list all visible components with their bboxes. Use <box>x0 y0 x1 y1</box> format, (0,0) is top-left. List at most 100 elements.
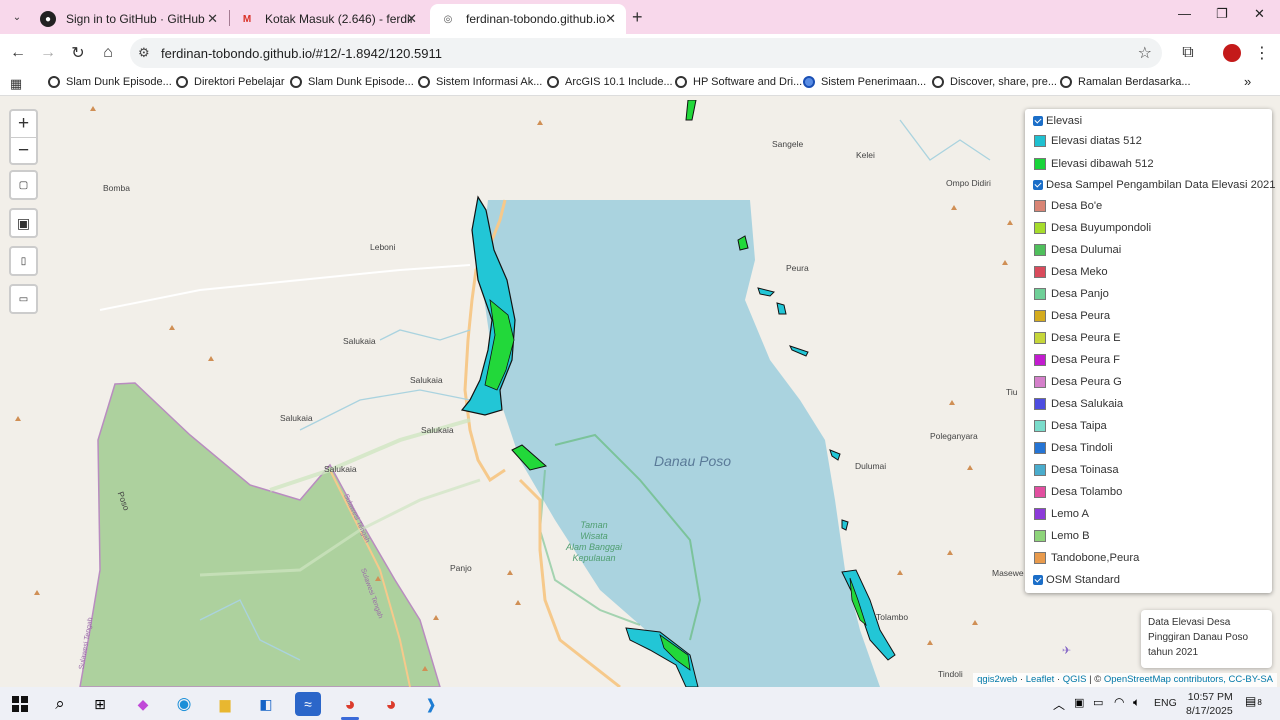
layer-legend-item: Desa Peura F <box>1033 354 1120 366</box>
back-button[interactable]: ← <box>7 42 29 64</box>
chrome-icon[interactable]: ◕ <box>378 692 404 716</box>
legend-swatch <box>1034 398 1046 410</box>
app-icon[interactable]: ≈ <box>295 692 321 716</box>
layer-group-checkbox[interactable]: Desa Sampel Pengambilan Data Elevasi 202… <box>1033 179 1275 191</box>
checkbox-icon[interactable] <box>1033 575 1043 585</box>
layer-legend-item: Desa Bo'e <box>1033 200 1102 212</box>
layer-legend-item: Desa Tolambo <box>1033 486 1122 498</box>
more-bookmarks-icon[interactable]: » <box>1244 74 1251 89</box>
bookmarks-bar: ▦ Slam Dunk Episode... Direktori Pebelaj… <box>0 72 1280 96</box>
volume-icon[interactable]: 🔈︎ <box>1133 695 1140 710</box>
maximize-button[interactable]: ❐ <box>1216 6 1228 22</box>
file-explorer-icon[interactable]: ▆ <box>212 692 238 716</box>
clock[interactable]: 10:57 PM 8/17/2025 <box>1186 690 1233 718</box>
checkbox-icon[interactable] <box>1033 116 1043 126</box>
attribution-link[interactable]: OpenStreetMap contributors, CC-BY-SA <box>1104 674 1273 685</box>
new-tab-button[interactable]: + <box>632 7 643 28</box>
reload-button[interactable]: ↻ <box>67 42 89 64</box>
bookmark-item[interactable]: Sistem Informasi Ak... <box>418 76 542 88</box>
layer-legend-item: Desa Tindoli <box>1033 442 1113 454</box>
close-icon[interactable]: ✕ <box>605 11 616 27</box>
bookmark-item[interactable]: Slam Dunk Episode... <box>48 76 172 88</box>
home-button[interactable]: ⌂ <box>97 42 119 64</box>
measure-control[interactable]: ▣ <box>9 208 38 238</box>
close-icon[interactable]: ✕ <box>406 11 417 27</box>
info-box: Data Elevasi Desa Pinggiran Danau Poso t… <box>1141 610 1272 668</box>
place-label: Peura <box>786 263 809 273</box>
search-icon[interactable]: ▭ <box>11 286 36 312</box>
github-icon: ● <box>40 11 56 27</box>
notification-icon[interactable]: ▤8 <box>1245 694 1262 708</box>
bookmark-item[interactable]: Ramalan Berdasarka... <box>1060 76 1191 88</box>
place-label: Masewe <box>992 568 1024 578</box>
legend-swatch <box>1034 266 1046 278</box>
forward-button[interactable]: → <box>37 42 59 64</box>
close-window-button[interactable]: ✕ <box>1254 6 1265 22</box>
gmail-icon: M <box>242 13 252 25</box>
layer-legend-item: Desa Toinasa <box>1033 464 1119 476</box>
bookmark-item[interactable]: Direktori Pebelajar <box>176 76 284 88</box>
tab-search-chevron-icon[interactable]: ⌄ <box>6 6 28 28</box>
leaflet-map[interactable]: + − ▢ ▣ ▯ ▭ Bomba Sangele Kelei Ompo Did… <box>0 100 1280 687</box>
windows-start-icon[interactable] <box>7 692 33 716</box>
apps-grid-icon[interactable]: ▦ <box>5 73 27 95</box>
extensions-icon[interactable]: ⧉ <box>1177 42 1199 64</box>
tray-chevron-icon[interactable]: ︿ <box>1053 696 1065 713</box>
locate-control[interactable]: ▯ <box>9 246 38 276</box>
address-bar[interactable]: ⚙ ferdinan-tobondo.github.io/#12/-1.8942… <box>130 38 1162 68</box>
place-label: Salukaia <box>410 375 443 385</box>
chrome-icon[interactable]: ◕ <box>337 692 363 716</box>
zoom-out-button[interactable]: − <box>11 137 36 163</box>
minimize-button[interactable]: — <box>1178 6 1191 21</box>
locate-icon[interactable]: ▯ <box>11 248 36 274</box>
wifi-icon[interactable]: ◠ <box>1114 695 1124 709</box>
tab-map-active[interactable]: ◎ ferdinan-tobondo.github.io/#1 ✕ <box>430 4 626 34</box>
attribution-link[interactable]: QGIS <box>1063 674 1087 685</box>
language-indicator[interactable]: ENG <box>1154 697 1177 709</box>
layer-group-checkbox[interactable]: OSM Standard <box>1033 574 1120 586</box>
bookmark-item[interactable]: ArcGIS 10.1 Include... <box>547 76 673 88</box>
bookmark-item[interactable]: HP Software and Dri... <box>675 76 802 88</box>
copilot-icon[interactable]: ◆ <box>130 692 156 716</box>
task-view-icon[interactable]: ⊞ <box>87 692 113 716</box>
profile-avatar[interactable] <box>1221 42 1243 64</box>
fullscreen-control[interactable]: ▢ <box>9 170 38 200</box>
fullscreen-icon[interactable]: ▢ <box>11 172 36 198</box>
legend-swatch <box>1034 158 1046 170</box>
legend-swatch <box>1034 420 1046 432</box>
layer-legend-item: Desa Meko <box>1033 266 1108 278</box>
bookmark-item[interactable]: Slam Dunk Episode... <box>290 76 414 88</box>
layer-group-checkbox[interactable]: Elevasi <box>1033 115 1082 127</box>
search-control[interactable]: ▭ <box>9 284 38 314</box>
layer-legend-item: Lemo B <box>1033 530 1090 542</box>
outlook-icon[interactable]: ◧ <box>253 692 279 716</box>
close-icon[interactable]: ✕ <box>207 11 218 27</box>
tray-app-icon[interactable]: ▣ <box>1074 696 1084 709</box>
menu-kebab-icon[interactable]: ⋮ <box>1251 42 1273 64</box>
bookmark-item[interactable]: Sistem Penerimaan... <box>803 76 926 88</box>
bookmark-star-icon[interactable]: ☆ <box>1138 43 1152 63</box>
globe-icon <box>803 76 815 88</box>
globe-icon <box>1060 76 1072 88</box>
bookmark-item[interactable]: Discover, share, pre... <box>932 76 1057 88</box>
zoom-in-button[interactable]: + <box>11 111 36 137</box>
book-icon[interactable]: ▣ <box>11 210 36 236</box>
battery-icon[interactable]: ▭ <box>1093 696 1103 709</box>
globe-icon <box>48 76 60 88</box>
search-icon[interactable]: ⌕ <box>47 692 73 716</box>
layer-legend-item: Desa Peura E <box>1033 332 1121 344</box>
place-label: Tiu <box>1006 387 1018 397</box>
tab-gmail[interactable]: M Kotak Masuk (2.646) - ferdinand ✕ <box>229 4 427 34</box>
attribution-link[interactable]: qgis2web <box>977 674 1017 685</box>
edge-icon[interactable]: ◉ <box>171 692 197 716</box>
attribution-link[interactable]: Leaflet <box>1026 674 1055 685</box>
legend-swatch <box>1034 464 1046 476</box>
url-text[interactable]: ferdinan-tobondo.github.io/#12/-1.8942/1… <box>161 46 442 61</box>
place-label: Poleganyara <box>930 431 978 441</box>
site-settings-icon[interactable]: ⚙ <box>138 45 150 61</box>
layer-legend-item: Desa Panjo <box>1033 288 1109 300</box>
vscode-icon[interactable]: ❱ <box>418 692 444 716</box>
tab-github[interactable]: ● Sign in to GitHub · GitHub ✕ <box>30 4 228 34</box>
globe-icon <box>675 76 687 88</box>
checkbox-icon[interactable] <box>1033 180 1043 190</box>
